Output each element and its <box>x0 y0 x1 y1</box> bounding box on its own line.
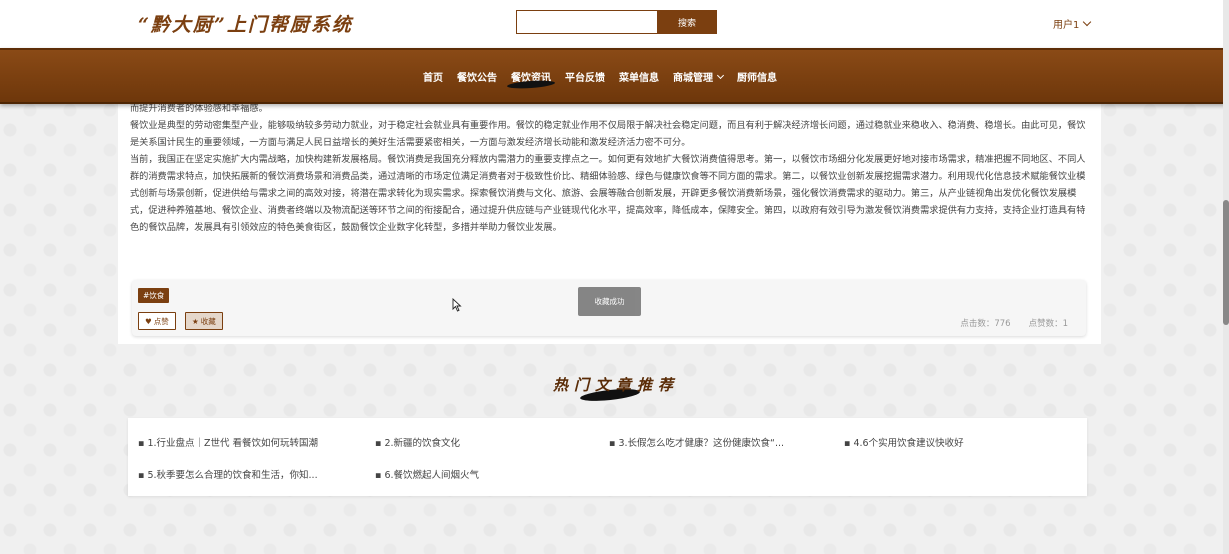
hot-article-label: 4.6个实用饮食建议快收好 <box>853 438 964 449</box>
article-body: 而提升消费者的体验感和幸福感。 餐饮业是典型的劳动密集型产业，能够吸纳较多劳动力… <box>130 100 1090 236</box>
site-logo[interactable]: “黔大厨”上门帮厨系统 <box>138 10 353 37</box>
hot-article-item[interactable]: ▪ 3.长假怎么吃才健康？这份健康饮食“... <box>609 435 784 449</box>
click-count: 点击数：776 <box>960 319 1011 329</box>
nav-item-announcements[interactable]: 餐饮公告 <box>457 69 497 84</box>
chevron-down-icon <box>1083 17 1092 27</box>
main-nav: 首页 餐饮公告 餐饮资讯 平台反馈 菜单信息 商城管理 厨师信息 <box>0 48 1229 104</box>
hot-articles-title: 热门文章推荐 <box>553 376 680 394</box>
nav-label: 餐饮公告 <box>457 73 497 84</box>
hot-articles-list: ▪ 1.行业盘点｜Z世代 看餐饮如何玩转国潮 ▪ 2.新疆的饮食文化 ▪ 3.长… <box>128 418 1087 496</box>
nav-label: 餐饮资讯 <box>511 73 551 84</box>
hot-article-label: 3.长假怎么吃才健康？这份健康饮食“... <box>618 438 785 449</box>
nav-item-chef-info[interactable]: 厨师信息 <box>737 69 777 84</box>
favorite-button[interactable]: ★ 收藏 <box>185 312 223 330</box>
hot-article-item[interactable]: ▪ 6.餐饮燃起人间烟火气 <box>375 467 479 481</box>
nav-item-mall[interactable]: 商城管理 <box>673 69 725 84</box>
like-label: 点赞 <box>153 316 169 326</box>
nav-item-feedback[interactable]: 平台反馈 <box>565 69 605 84</box>
nav-item-home[interactable]: 首页 <box>423 69 443 84</box>
mouse-cursor-icon <box>452 298 462 312</box>
chevron-down-icon <box>716 71 725 79</box>
star-icon: ★ <box>192 316 199 326</box>
nav-label: 首页 <box>423 73 443 84</box>
nav-label: 商城管理 <box>673 73 713 84</box>
article-tag[interactable]: #饮食 <box>138 288 170 303</box>
article-stats: 点击数：776 点赞数：1 <box>960 317 1068 329</box>
hot-article-item[interactable]: ▪ 2.新疆的饮食文化 <box>375 435 460 449</box>
user-name: 用户1 <box>1053 20 1080 31</box>
hot-article-item[interactable]: ▪ 4.6个实用饮食建议快收好 <box>844 435 964 449</box>
nav-label: 厨师信息 <box>737 73 777 84</box>
search-input[interactable] <box>516 10 657 34</box>
search-bar: 搜索 <box>516 10 717 34</box>
hot-article-label: 2.新疆的饮食文化 <box>384 438 461 449</box>
favorite-label: 收藏 <box>200 316 216 326</box>
article-paragraph: 餐饮业是典型的劳动密集型产业，能够吸纳较多劳动力就业，对于稳定社会就业具有重要作… <box>130 120 1086 148</box>
hot-article-label: 1.行业盘点｜Z世代 看餐饮如何玩转国潮 <box>147 438 319 449</box>
like-count: 点赞数：1 <box>1028 319 1068 329</box>
scrollbar-thumb[interactable] <box>1223 200 1229 325</box>
heart-icon: ♥ <box>145 316 152 326</box>
hot-article-label: 5.秋季要怎么合理的饮食和生活，你知... <box>147 470 318 481</box>
search-button[interactable]: 搜索 <box>657 10 717 34</box>
hot-article-item[interactable]: ▪ 5.秋季要怎么合理的饮食和生活，你知... <box>138 467 318 481</box>
toast-message: 收藏成功 <box>578 287 641 316</box>
top-bar: “黔大厨”上门帮厨系统 搜索 用户1 <box>0 0 1229 48</box>
nav-label: 菜单信息 <box>619 73 659 84</box>
nav-item-menu-info[interactable]: 菜单信息 <box>619 69 659 84</box>
hot-article-label: 6.餐饮燃起人间烟火气 <box>384 470 480 481</box>
hot-article-item[interactable]: ▪ 1.行业盘点｜Z世代 看餐饮如何玩转国潮 <box>138 435 318 449</box>
like-button[interactable]: ♥ 点赞 <box>138 312 176 330</box>
user-menu[interactable]: 用户1 <box>1053 16 1092 31</box>
nav-label: 平台反馈 <box>565 73 605 84</box>
article-paragraph: 当前，我国正在坚定实施扩大内需战略，加快构建新发展格局。餐饮消费是我国充分释放内… <box>130 154 1086 233</box>
nav-item-news[interactable]: 餐饮资讯 <box>511 69 551 84</box>
